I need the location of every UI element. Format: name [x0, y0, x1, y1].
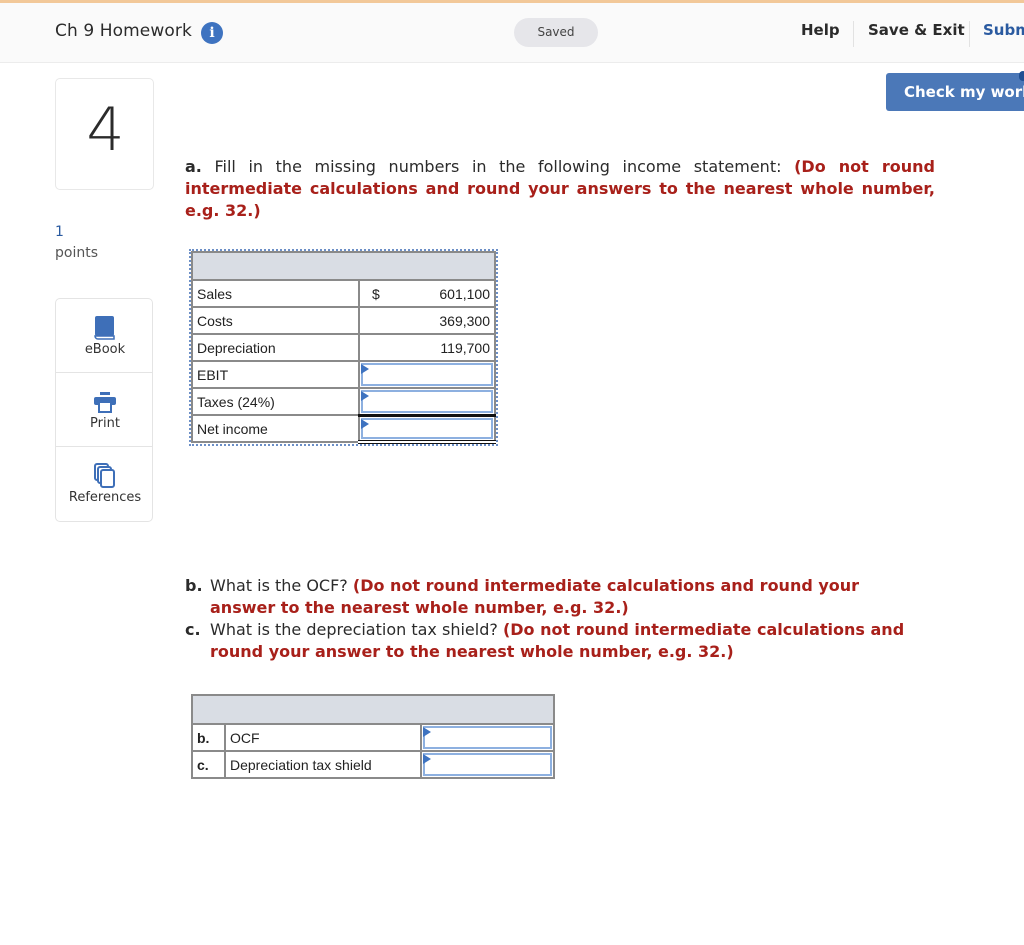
- question-number: 4: [86, 95, 125, 165]
- ebook-label: eBook: [84, 342, 126, 357]
- ebit-input[interactable]: [361, 363, 493, 386]
- input-flag-icon: [361, 364, 369, 374]
- income-statement-table: Sales $ 601,100 Costs 369,300 Depreciati…: [189, 249, 498, 446]
- depreciation-value: 119,700: [440, 340, 490, 356]
- nav-divider: [853, 21, 854, 47]
- part-a-label: a.: [185, 157, 202, 176]
- print-label: Print: [90, 416, 120, 431]
- input-flag-icon: [423, 754, 431, 764]
- row-label: Depreciation: [191, 333, 360, 362]
- input-flag-icon: [361, 418, 369, 429]
- parts-b-c-questions: b. What is the OCF? (Do not round interm…: [185, 575, 925, 663]
- costs-value: 369,300: [439, 313, 490, 329]
- row-label: b.: [191, 723, 226, 752]
- print-button[interactable]: Print: [56, 373, 152, 447]
- row-name: Depreciation tax shield: [224, 750, 422, 779]
- row-label: c.: [191, 750, 226, 779]
- saved-status-badge: Saved: [514, 18, 598, 47]
- question-number-box: 4: [55, 78, 154, 190]
- nav-divider: [969, 21, 970, 47]
- row-label: Costs: [191, 306, 360, 335]
- table-header-row: [191, 694, 555, 725]
- check-my-work-button[interactable]: Check my work: [886, 73, 1024, 111]
- references-button[interactable]: References: [56, 447, 152, 521]
- sales-value: 601,100: [439, 286, 490, 302]
- table-row: c. Depreciation tax shield: [191, 750, 555, 779]
- book-icon: [94, 316, 115, 340]
- table-row: Sales $ 601,100: [191, 279, 496, 308]
- assignment-title: Ch 9 Homework: [55, 21, 192, 41]
- points-label: points: [55, 245, 98, 261]
- copy-icon: [94, 463, 115, 488]
- submit-link[interactable]: Subm: [983, 21, 1024, 39]
- printer-icon: [94, 392, 116, 413]
- row-label: EBIT: [191, 360, 360, 389]
- part-b-question: b. What is the OCF? (Do not round interm…: [185, 575, 925, 619]
- part-b-text: What is the OCF?: [210, 576, 348, 595]
- check-work-badge: [1019, 71, 1024, 81]
- question-tools: eBook Print References: [55, 298, 153, 522]
- part-b-label: b.: [185, 576, 203, 595]
- row-label: Net income: [191, 414, 360, 443]
- part-a-question: a. Fill in the missing numbers in the fo…: [185, 156, 935, 222]
- part-c-question: c. What is the depreciation tax shield? …: [185, 619, 925, 663]
- save-exit-link[interactable]: Save & Exit: [868, 21, 965, 39]
- help-link[interactable]: Help: [801, 21, 840, 39]
- table-row: Taxes (24%): [191, 387, 496, 417]
- input-flag-icon: [423, 727, 431, 737]
- table-row: Costs 369,300: [191, 306, 496, 335]
- assignment-header: Ch 9 Homework i Saved Help Save & Exit S…: [0, 3, 1024, 63]
- row-name: OCF: [224, 723, 422, 752]
- table-row: EBIT: [191, 360, 496, 389]
- references-label: References: [68, 490, 142, 505]
- ebook-button[interactable]: eBook: [56, 299, 152, 373]
- input-flag-icon: [361, 391, 369, 401]
- taxes-input[interactable]: [361, 390, 493, 413]
- ocf-input[interactable]: [423, 726, 552, 749]
- part-c-label: c.: [185, 620, 201, 639]
- part-c-text: What is the depreciation tax shield?: [210, 620, 498, 639]
- points-value: 1: [55, 224, 64, 240]
- row-label: Taxes (24%): [191, 387, 360, 416]
- table-row: b. OCF: [191, 723, 555, 752]
- table-header-row: [191, 251, 496, 281]
- net-income-input[interactable]: [361, 417, 493, 439]
- table-row: Net income: [191, 414, 496, 444]
- answer-table: b. OCF c. Depreciation tax shield: [191, 694, 555, 779]
- depreciation-tax-shield-input[interactable]: [423, 753, 552, 776]
- row-label: Sales: [191, 279, 360, 308]
- currency-symbol: $: [372, 286, 380, 302]
- info-icon[interactable]: i: [201, 22, 223, 44]
- part-a-text: Fill in the missing numbers in the follo…: [214, 157, 782, 176]
- table-row: Depreciation 119,700: [191, 333, 496, 362]
